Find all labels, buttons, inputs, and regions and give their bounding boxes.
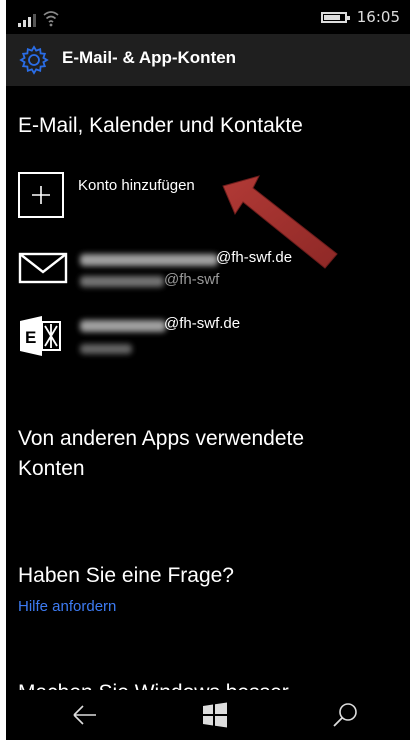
exchange-icon: E xyxy=(20,316,61,356)
redacted-name-2 xyxy=(80,320,166,332)
redacted-user xyxy=(80,276,164,287)
annotation-arrow xyxy=(222,175,338,269)
section-title-help: Haben Sie eine Frage? xyxy=(18,564,234,587)
plus-icon xyxy=(32,186,50,204)
battery-icon xyxy=(320,11,350,23)
redacted-name xyxy=(80,254,218,266)
section-title-apps-line2: Konten xyxy=(18,457,85,480)
redacted-user-2 xyxy=(80,344,132,354)
help-link[interactable]: Hilfe anfordern xyxy=(18,598,116,615)
navigation-bar xyxy=(6,690,410,740)
status-right: 16:05 xyxy=(320,8,400,26)
svg-text:E: E xyxy=(25,328,36,347)
back-icon[interactable] xyxy=(70,700,100,730)
page-title: E-Mail- & App-Konten xyxy=(62,48,237,67)
section-title-apps-line1: Von anderen Apps verwendete xyxy=(18,427,305,450)
status-bar: 16:05 xyxy=(6,0,410,34)
add-account-label[interactable]: Konto hinzufügen xyxy=(78,177,195,194)
wifi-icon xyxy=(43,11,59,27)
page-header: E-Mail- & App-Konten xyxy=(6,34,410,86)
account-email-2: @fh-swf.de xyxy=(164,315,241,332)
signal-strength-icon xyxy=(18,14,36,27)
phone-screen: 16:05 E-Mail- & App-Konten E-Mail, Kalen… xyxy=(6,0,410,740)
section-title-mail: E-Mail, Kalender und Kontakte xyxy=(18,114,303,137)
windows-logo-icon[interactable] xyxy=(200,700,230,730)
search-icon[interactable] xyxy=(330,700,360,730)
gear-icon xyxy=(19,45,49,75)
clock: 16:05 xyxy=(356,8,400,26)
account-sub-1: @fh-swf xyxy=(164,271,220,288)
status-left xyxy=(18,7,60,27)
mail-icon xyxy=(18,252,68,284)
add-account-button[interactable] xyxy=(18,172,64,218)
